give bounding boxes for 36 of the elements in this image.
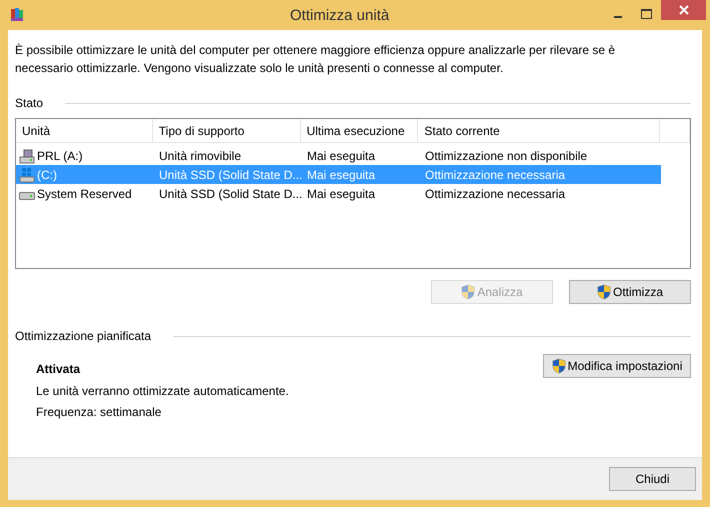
intro-text: È possibile ottimizzare le unità del computer per ottenere maggiore efficienza oppure analizzarle per rilevare se è necessario ottimizzarle. Vengono visualizzate solo le unità presenti o connesse al computer. [15,42,616,77]
windows-drive-icon [19,166,35,182]
close-icon[interactable] [661,0,706,20]
column-header[interactable]: Stato corrente [418,119,660,142]
table-cell-text: Unità SSD (Solid State D... [159,166,302,184]
schedule-frequency: Frequenza: settimanale [36,404,162,421]
shield-icon [552,358,566,374]
hard-drive-icon [19,192,35,200]
table-cell-text: System Reserved [37,186,132,202]
close-button[interactable]: Chiudi [609,467,696,491]
table-row[interactable]: System Reserved Unità SSD (Solid State D... Mai eseguita Ottimizzazione necessaria [16,184,661,203]
window-title: Ottimizza unità [290,6,390,26]
column-header[interactable]: Ultima esecuzione [300,119,418,142]
table-cell-text: PRL (A:) [37,148,83,164]
shield-icon [461,284,476,300]
table-cell-text: Ottimizzazione necessaria [425,166,566,184]
table-row[interactable]: PRL (A:) Unità rimovibile Mai eseguita Ottimizzazione non disponibile [16,146,661,165]
column-header[interactable]: Unità [16,119,153,142]
section-title: Stato [15,95,44,112]
change-settings-button[interactable]: Modifica impostazioni [543,354,691,378]
shield-icon [596,284,611,300]
table-cell-text: Mai eseguita [307,186,376,202]
app-icon [9,6,25,22]
table-cell-text: Mai eseguita [307,148,376,164]
table-cell-text: Mai eseguita [307,166,376,184]
schedule-description: Le unità verranno ottimizzate automaticamente. [36,383,290,400]
table-cell-text: Unità rimovibile [159,148,242,164]
schedule-state: Attivata [36,361,82,378]
table-cell-text: Unità SSD (Solid State D... [159,186,302,202]
section-title: Ottimizzazione pianificata [15,328,152,345]
table-cell-text: (C:) [37,166,57,184]
optimize-button[interactable]: Ottimizza [569,280,691,304]
table-cell-text: Ottimizzazione necessaria [425,186,566,202]
floppy-drive-icon [19,148,35,164]
table-cell-text: Ottimizzazione non disponibile [425,148,588,164]
column-header[interactable]: Tipo di supporto [152,119,301,142]
